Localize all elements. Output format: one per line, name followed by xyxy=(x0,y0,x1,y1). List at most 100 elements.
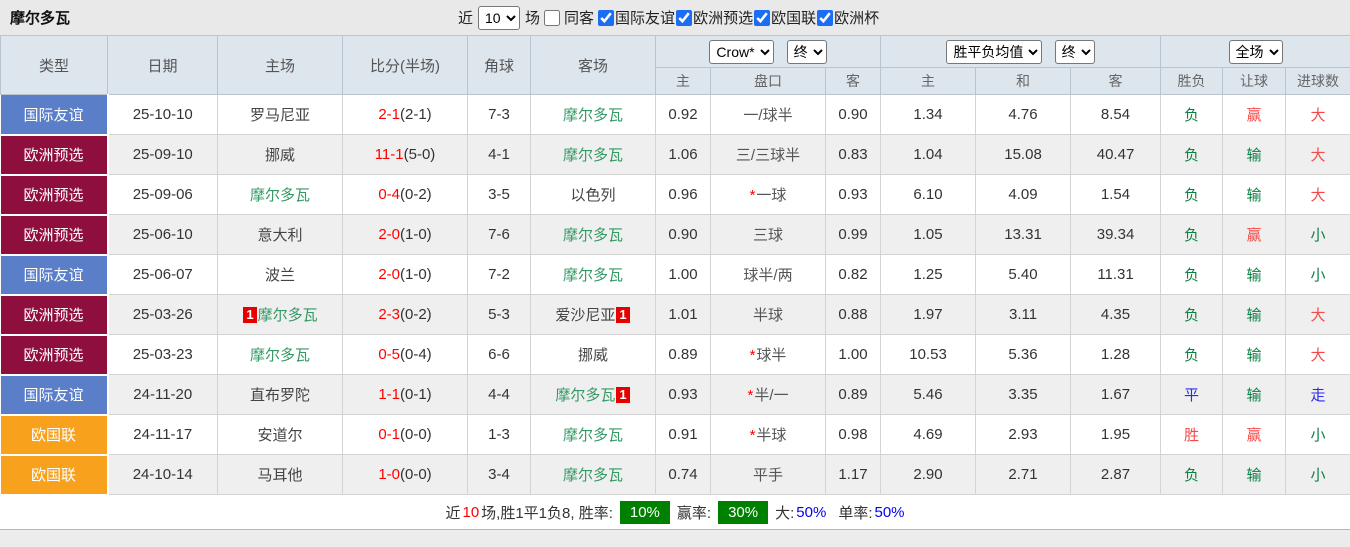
corner-cell: 7-6 xyxy=(468,215,531,255)
sub-header-handicap: 盘口 xyxy=(711,68,826,95)
date-cell: 24-11-17 xyxy=(108,415,218,455)
recent-label: 近 xyxy=(458,7,473,28)
odds-home-cell: 0.74 xyxy=(656,455,711,495)
date-cell: 24-11-20 xyxy=(108,375,218,415)
page-title: 摩尔多瓦 xyxy=(10,7,70,28)
date-cell: 25-10-10 xyxy=(108,95,218,135)
odds-company-select[interactable]: Crow* xyxy=(709,40,774,64)
away-team-cell: 爱沙尼亚1 xyxy=(531,295,656,335)
col-header-away: 客场 xyxy=(531,36,656,95)
avg-stage-select[interactable]: 终 xyxy=(1055,40,1095,64)
score-cell: 0-1(0-0) xyxy=(343,415,468,455)
result-goals-cell: 大 xyxy=(1286,135,1350,175)
away-team-cell: 以色列 xyxy=(531,175,656,215)
same-away-label: 同客 xyxy=(564,7,594,28)
odds-group-header: Crow* 终 xyxy=(656,36,881,68)
corner-cell: 7-3 xyxy=(468,95,531,135)
result-handicap-cell: 赢 xyxy=(1223,215,1286,255)
avg-draw-cell: 2.93 xyxy=(976,415,1071,455)
result-wdl-cell: 负 xyxy=(1161,95,1223,135)
avg-away-cell: 39.34 xyxy=(1071,215,1161,255)
type-badge: 欧洲预选 xyxy=(1,335,108,375)
filter-item-3[interactable]: 欧洲杯 xyxy=(816,7,879,28)
filter-checkboxes: 国际友谊欧洲预选欧国联欧洲杯 xyxy=(597,7,879,28)
recent-count-select[interactable]: 10 xyxy=(478,6,520,30)
corner-cell: 3-4 xyxy=(468,455,531,495)
odds-away-cell: 0.93 xyxy=(826,175,881,215)
home-team-cell: 安道尔 xyxy=(218,415,343,455)
home-team-cell: 意大利 xyxy=(218,215,343,255)
red-card-badge: 1 xyxy=(616,307,629,323)
odds-away-cell: 0.90 xyxy=(826,95,881,135)
result-goals-cell: 走 xyxy=(1286,375,1350,415)
sub-header-wdl: 胜负 xyxy=(1161,68,1223,95)
big-rate-value: 50% xyxy=(796,504,826,521)
avg-draw-cell: 4.09 xyxy=(976,175,1071,215)
odds-away-cell: 0.83 xyxy=(826,135,881,175)
filter-item-2[interactable]: 欧国联 xyxy=(753,7,816,28)
matches-label: 场 xyxy=(525,7,540,28)
away-team-cell: 摩尔多瓦 xyxy=(531,95,656,135)
handicap-star: * xyxy=(750,347,756,364)
result-wdl-cell: 胜 xyxy=(1161,415,1223,455)
avg-away-cell: 1.95 xyxy=(1071,415,1161,455)
handicap-cell: 三球 xyxy=(711,215,826,255)
home-team-cell: 波兰 xyxy=(218,255,343,295)
col-header-date: 日期 xyxy=(108,36,218,95)
avg-draw-cell: 5.36 xyxy=(976,335,1071,375)
corner-cell: 4-1 xyxy=(468,135,531,175)
corner-cell: 7-2 xyxy=(468,255,531,295)
avg-draw-cell: 3.35 xyxy=(976,375,1071,415)
big-rate-label: 大: xyxy=(775,502,794,523)
filter-checkbox[interactable] xyxy=(817,10,833,26)
avg-draw-cell: 13.31 xyxy=(976,215,1071,255)
away-team-cell: 摩尔多瓦 xyxy=(531,135,656,175)
odds-away-cell: 0.99 xyxy=(826,215,881,255)
avg-away-cell: 11.31 xyxy=(1071,255,1161,295)
odds-away-cell: 0.89 xyxy=(826,375,881,415)
odds-stage-select[interactable]: 终 xyxy=(787,40,827,64)
filter-item-1[interactable]: 欧洲预选 xyxy=(675,7,753,28)
avg-home-cell: 5.46 xyxy=(881,375,976,415)
filter-checkbox[interactable] xyxy=(754,10,770,26)
col-header-corner: 角球 xyxy=(468,36,531,95)
avg-home-cell: 6.10 xyxy=(881,175,976,215)
avg-home-cell: 1.34 xyxy=(881,95,976,135)
filter-item-0[interactable]: 国际友谊 xyxy=(597,7,675,28)
result-handicap-cell: 输 xyxy=(1223,295,1286,335)
table-row: 欧洲预选25-09-10挪威11-1(5-0)4-1摩尔多瓦1.06三/三球半0… xyxy=(1,135,1350,175)
corner-cell: 5-3 xyxy=(468,295,531,335)
away-team-cell: 摩尔多瓦 xyxy=(531,255,656,295)
filter-checkbox[interactable] xyxy=(676,10,692,26)
handicap-star: * xyxy=(747,387,753,404)
scope-select[interactable]: 全场 xyxy=(1229,40,1283,64)
avg-home-cell: 2.90 xyxy=(881,455,976,495)
same-away-checkbox[interactable] xyxy=(544,10,560,26)
type-badge: 欧洲预选 xyxy=(1,215,108,255)
type-badge: 国际友谊 xyxy=(1,95,108,135)
home-team-cell: 摩尔多瓦 xyxy=(218,335,343,375)
handicap-star: * xyxy=(750,427,756,444)
date-cell: 25-09-06 xyxy=(108,175,218,215)
avg-group-header: 胜平负均值 终 xyxy=(881,36,1161,68)
avg-away-cell: 4.35 xyxy=(1071,295,1161,335)
avg-type-select[interactable]: 胜平负均值 xyxy=(946,40,1042,64)
avg-draw-cell: 2.71 xyxy=(976,455,1071,495)
col-header-home: 主场 xyxy=(218,36,343,95)
odds-home-cell: 0.93 xyxy=(656,375,711,415)
handicap-cell: *一球 xyxy=(711,175,826,215)
score-cell: 0-4(0-2) xyxy=(343,175,468,215)
single-rate-label: 单率: xyxy=(838,502,872,523)
odds-away-cell: 1.00 xyxy=(826,335,881,375)
table-body: 国际友谊25-10-10罗马尼亚2-1(2-1)7-3摩尔多瓦0.92一/球半0… xyxy=(1,95,1350,495)
avg-home-cell: 1.04 xyxy=(881,135,976,175)
odds-home-cell: 0.96 xyxy=(656,175,711,215)
result-handicap-cell: 赢 xyxy=(1223,95,1286,135)
type-badge: 欧国联 xyxy=(1,415,108,455)
sub-header-odds-away: 客 xyxy=(826,68,881,95)
corner-cell: 4-4 xyxy=(468,375,531,415)
odds-home-cell: 1.01 xyxy=(656,295,711,335)
avg-home-cell: 1.97 xyxy=(881,295,976,335)
handicap-cell: 一/球半 xyxy=(711,95,826,135)
filter-checkbox[interactable] xyxy=(598,10,614,26)
